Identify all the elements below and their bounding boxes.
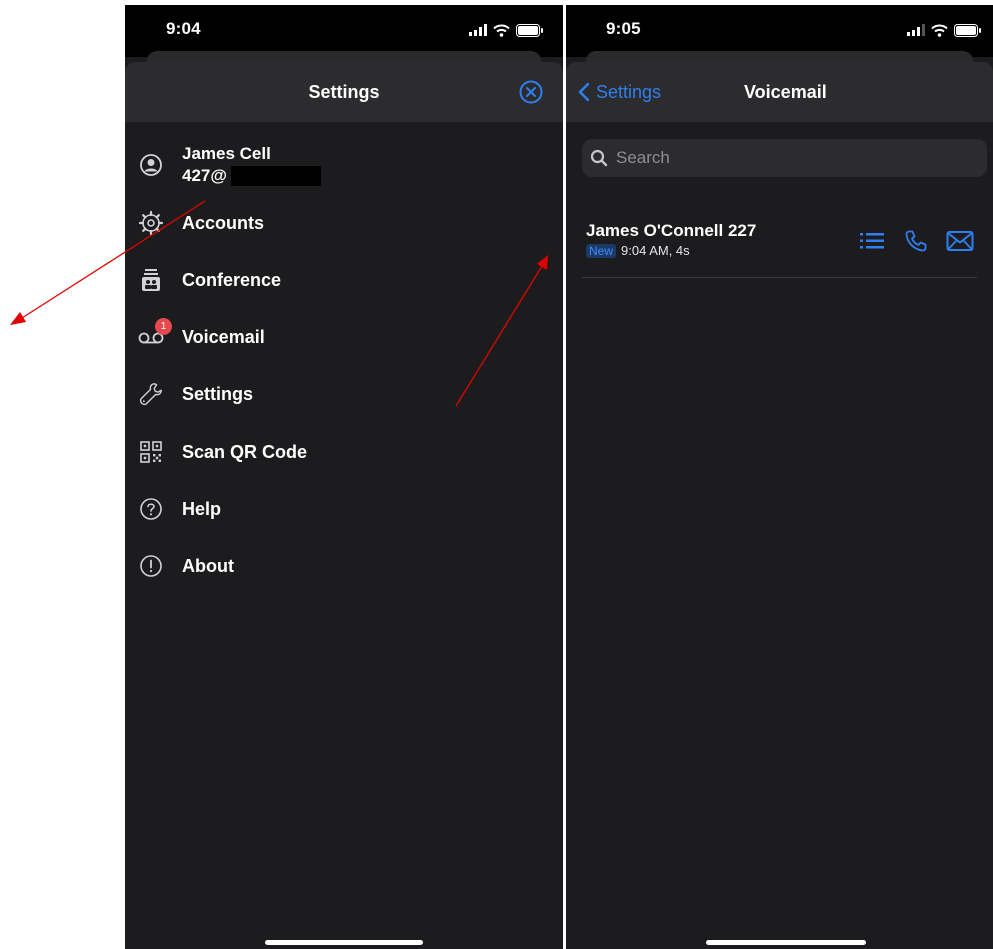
menu-label-voicemail: Voicemail bbox=[182, 326, 265, 347]
menu-item-about[interactable]: About bbox=[125, 546, 563, 586]
cellular-signal-icon bbox=[907, 24, 925, 36]
new-badge: New bbox=[586, 243, 617, 258]
status-bar: 9:04 bbox=[125, 5, 563, 57]
status-icons bbox=[469, 23, 543, 37]
menu-label-about: About bbox=[182, 555, 234, 576]
search-icon bbox=[590, 149, 608, 167]
settings-screen: 9:04 Settings James Cell 427@ Accounts C… bbox=[125, 5, 563, 949]
email-button[interactable] bbox=[945, 229, 975, 253]
status-time: 9:04 bbox=[166, 19, 201, 38]
nav-bar: Settings bbox=[125, 62, 563, 122]
menu-item-scan-qr[interactable]: Scan QR Code bbox=[125, 432, 563, 472]
menu-label-conference: Conference bbox=[182, 269, 282, 290]
wifi-icon bbox=[493, 24, 510, 37]
gear-icon bbox=[138, 210, 164, 236]
account-name: James Cell bbox=[182, 144, 271, 163]
transcript-list-button[interactable] bbox=[857, 229, 887, 253]
battery-icon bbox=[516, 23, 543, 37]
page-title: Settings bbox=[308, 82, 380, 102]
conference-icon bbox=[138, 267, 164, 293]
battery-icon bbox=[954, 23, 981, 37]
status-time: 9:05 bbox=[606, 19, 641, 38]
list-icon bbox=[860, 233, 884, 249]
page-title: Voicemail bbox=[744, 82, 827, 102]
phone-icon bbox=[905, 230, 927, 252]
close-icon[interactable] bbox=[519, 80, 543, 104]
menu-label-help: Help bbox=[182, 498, 222, 519]
back-button[interactable]: Settings bbox=[578, 62, 661, 122]
help-icon bbox=[138, 496, 164, 522]
info-icon bbox=[138, 553, 164, 579]
menu-item-accounts[interactable]: Accounts bbox=[125, 203, 563, 243]
chevron-left-icon bbox=[578, 82, 590, 102]
cellular-signal-icon bbox=[469, 24, 487, 36]
menu-label-accounts: Accounts bbox=[182, 212, 265, 233]
account-info: James Cell 427@ bbox=[182, 143, 321, 187]
call-back-button[interactable] bbox=[901, 229, 931, 253]
wrench-icon bbox=[138, 381, 164, 407]
back-button-label: Settings bbox=[596, 81, 662, 102]
redaction-box bbox=[230, 166, 321, 186]
menu-label-settings: Settings bbox=[182, 383, 254, 404]
voicemail-count-badge: 1 bbox=[155, 318, 172, 335]
search-placeholder: Search bbox=[616, 148, 670, 167]
voicemail-time-duration: 9:04 AM, 4s bbox=[621, 243, 690, 258]
menu-item-help[interactable]: Help bbox=[125, 489, 563, 529]
envelope-icon bbox=[946, 231, 974, 251]
qr-code-icon bbox=[138, 439, 164, 465]
search-field[interactable]: Search bbox=[582, 139, 987, 177]
menu-item-voicemail[interactable]: Voicemail bbox=[125, 317, 563, 357]
nav-bar: Settings Voicemail bbox=[566, 62, 993, 122]
menu-item-settings[interactable]: Settings bbox=[125, 374, 563, 414]
account-id: 427@ bbox=[182, 166, 227, 185]
voicemail-caller-name: James O'Connell 227 bbox=[586, 221, 757, 240]
home-indicator[interactable] bbox=[706, 940, 866, 945]
menu-item-conference[interactable]: Conference bbox=[125, 260, 563, 300]
wifi-icon bbox=[931, 24, 948, 37]
voicemail-screen: 9:05 Settings Voicemail Search James O'C… bbox=[566, 5, 993, 949]
account-icon bbox=[138, 152, 164, 178]
voicemail-row[interactable]: James O'Connell 227 New 9:04 AM, 4s bbox=[582, 217, 977, 278]
status-icons bbox=[907, 23, 981, 37]
menu-label-scan-qr: Scan QR Code bbox=[182, 441, 308, 462]
home-indicator[interactable] bbox=[265, 940, 423, 945]
status-bar: 9:05 bbox=[566, 5, 993, 57]
